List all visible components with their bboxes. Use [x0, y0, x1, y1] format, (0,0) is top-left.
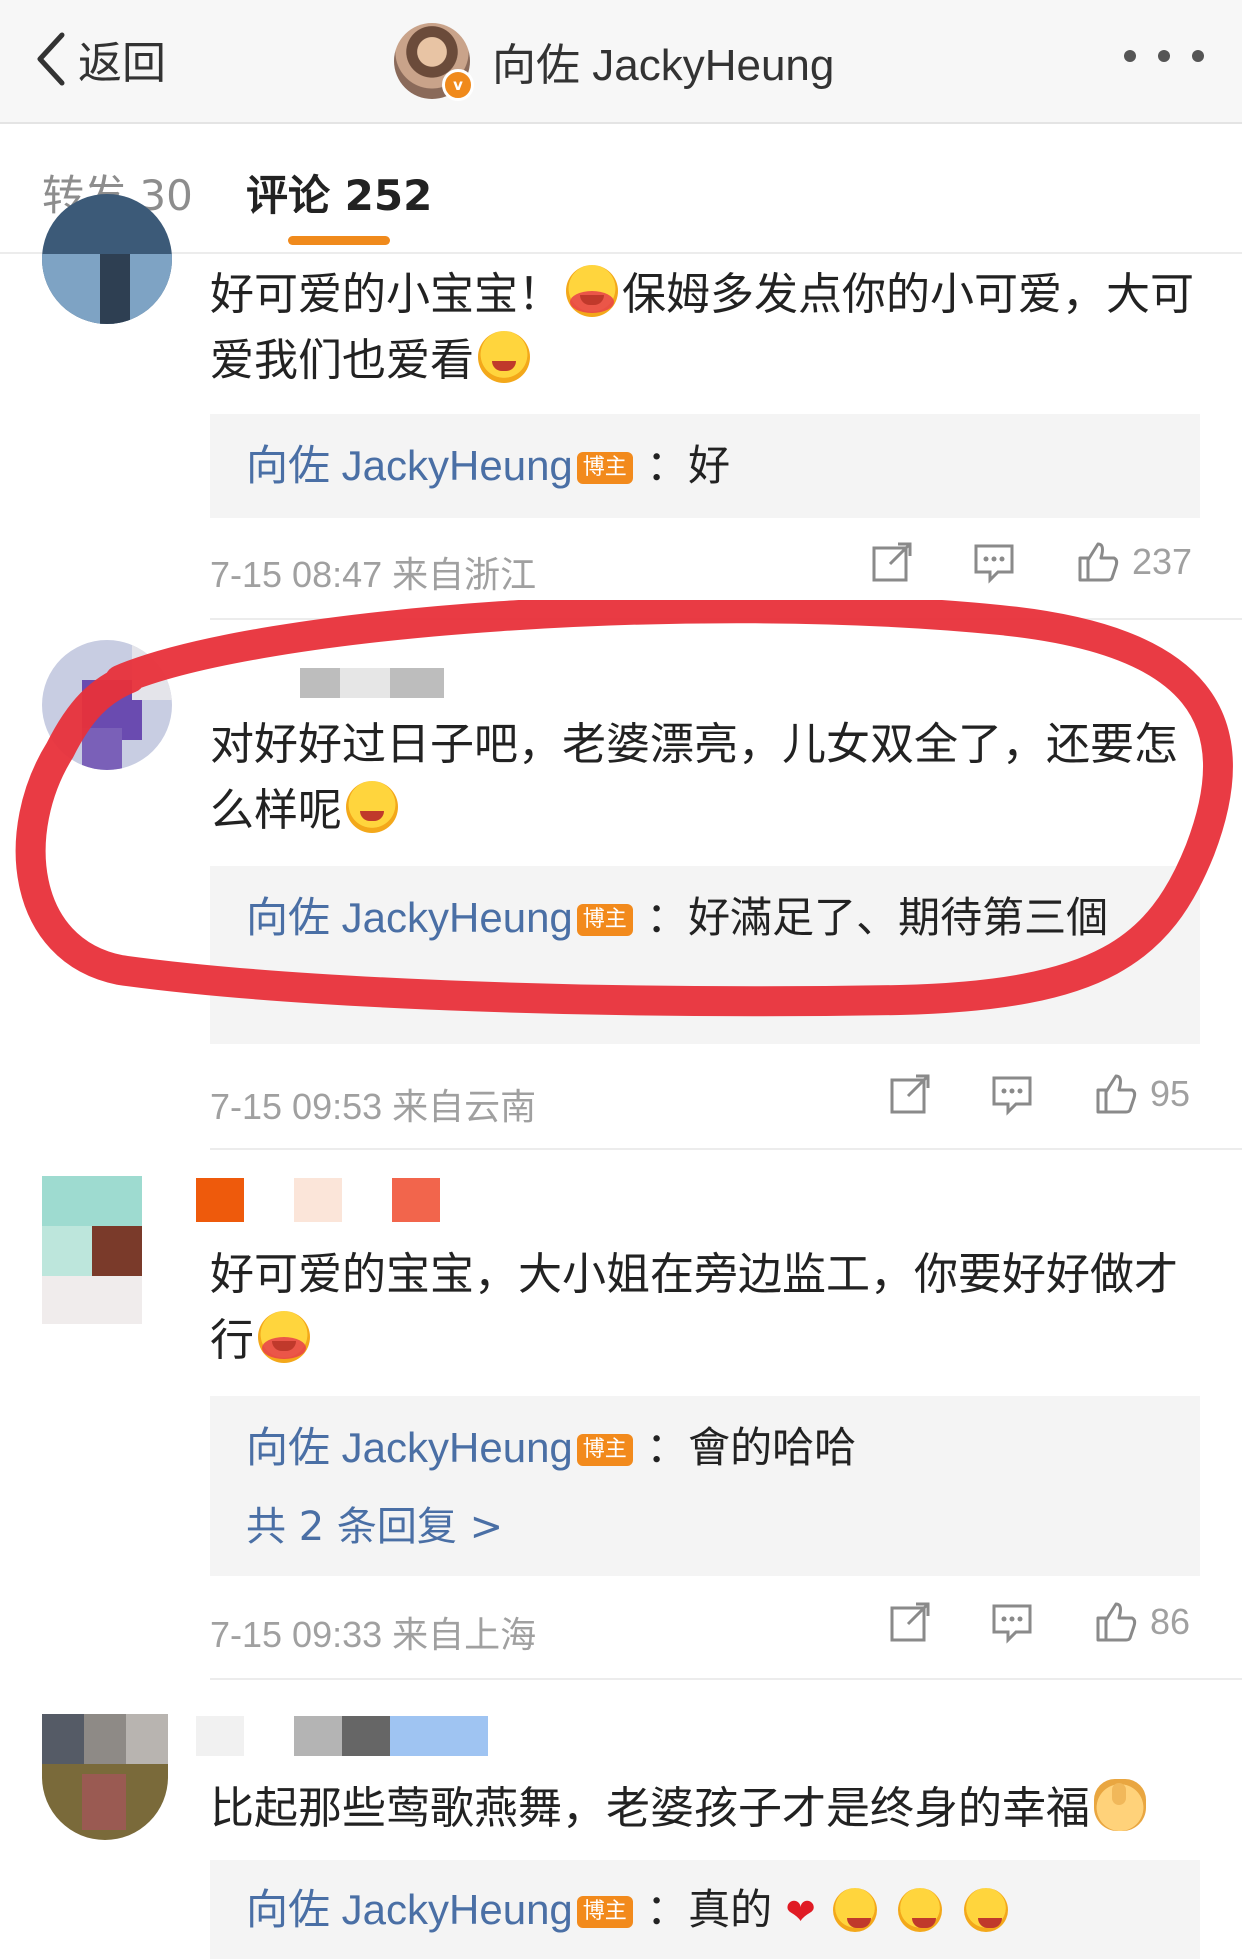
active-tab-indicator	[288, 236, 390, 245]
comment-item: 比起那些莺歌燕舞，老婆孩子才是终身的幸福 向佐 JackyHeung 博主 ：真的…	[0, 1680, 1242, 1959]
tab-comments[interactable]: 评论 252	[246, 162, 432, 223]
reply-text: ：真的	[646, 1885, 773, 1934]
clapping-hands-icon	[963, 1888, 1008, 1932]
avatar[interactable]: v	[394, 23, 474, 101]
reply-line: 向佐 JackyHeung 博主 ：好	[246, 436, 730, 496]
comment-text: 好可爱的小宝宝！ 保姆多发点你的小可爱，大可爱我们也爱看	[210, 262, 1200, 394]
comment-meta: 7-15 09:33 来自上海	[210, 1606, 536, 1658]
comment-location: 来自上海	[392, 1614, 537, 1655]
like-icon[interactable]	[1094, 1600, 1138, 1644]
like-count: 95	[1150, 1073, 1191, 1114]
tab-bar: 转发 30 评论 252	[0, 124, 1242, 254]
page-title: 向佐 JackyHeung	[492, 41, 835, 90]
comment-actions: 95	[888, 1072, 1190, 1116]
shy-face-icon	[346, 781, 398, 833]
like-icon[interactable]	[1076, 540, 1120, 584]
comment-time: 7-15 08:47	[210, 554, 383, 595]
screaming-face-icon	[566, 265, 618, 317]
reply-line: 向佐 JackyHeung 博主 ：真的 ❤	[246, 1880, 1012, 1943]
comment-meta: 7-15 08:47 来自浙江	[210, 546, 536, 598]
profile-title[interactable]: v 向佐 JackyHeung	[394, 18, 834, 104]
like-count: 237	[1132, 541, 1193, 582]
comment-item: 好可爱的小宝宝！ 保姆多发点你的小可爱，大可爱我们也爱看 向佐 JackyHeun…	[0, 194, 1242, 624]
username-redacted	[342, 1716, 390, 1756]
username-redacted	[392, 1178, 440, 1222]
like-count: 86	[1150, 1601, 1191, 1642]
like-icon[interactable]	[1094, 1072, 1138, 1116]
more-dot-icon	[1192, 50, 1204, 62]
username-redacted	[294, 1716, 342, 1756]
comment-time: 7-15 09:33	[210, 1614, 383, 1655]
more-replies-link[interactable]: 共 2 条回复 >	[246, 1494, 503, 1552]
top-navigation-bar: 返回 v 向佐 JackyHeung	[0, 0, 1242, 124]
reply-text: ：好	[646, 441, 731, 490]
back-label: 返回	[78, 38, 166, 89]
back-button[interactable]: 返回	[34, 24, 166, 94]
commenter-avatar[interactable]	[42, 1714, 168, 1840]
username-redacted	[196, 1716, 244, 1756]
commenter-avatar[interactable]	[42, 1176, 142, 1324]
comment-icon[interactable]	[990, 1072, 1034, 1116]
more-dot-icon	[1158, 50, 1170, 62]
comment-text: 对好好过日子吧，老婆漂亮，儿女双全了，还要怎么样呢	[210, 719, 1178, 836]
commenter-avatar[interactable]	[42, 640, 172, 770]
reply-author-link[interactable]: 向佐 JackyHeung	[246, 442, 573, 489]
comment-item: 好可爱的宝宝，大小姐在旁边监工，你要好好做才行 向佐 JackyHeung 博主 …	[0, 1150, 1242, 1680]
reply-box[interactable]: 向佐 JackyHeung 博主 ：真的 ❤	[210, 1860, 1200, 1959]
clapping-hands-icon	[898, 1888, 943, 1932]
username-redacted	[340, 668, 390, 698]
comment-actions: 237	[870, 540, 1192, 584]
comment-text: 比起那些莺歌燕舞，老婆孩子才是终身的幸福	[210, 1776, 1200, 1842]
thumbs-up-icon	[1094, 1779, 1146, 1831]
red-heart-icon: ❤	[785, 1892, 816, 1933]
username-redacted	[294, 1178, 342, 1222]
share-icon[interactable]	[870, 540, 914, 584]
host-badge: 博主	[576, 1896, 633, 1928]
reply-text: ：好滿足了、期待第三個	[646, 893, 1109, 942]
host-badge: 博主	[576, 452, 633, 484]
clapping-hands-icon	[833, 1888, 878, 1932]
comment-location: 来自云南	[392, 1086, 537, 1127]
comment-text: 好可爱的宝宝，大小姐在旁边监工，你要好好做才行	[210, 1249, 1178, 1366]
reply-line: 向佐 JackyHeung 博主 ：會的哈哈	[246, 1418, 856, 1478]
username-redacted	[390, 1716, 488, 1756]
reply-box[interactable]: 向佐 JackyHeung 博主 ：好	[210, 414, 1200, 518]
reply-author-link[interactable]: 向佐 JackyHeung	[246, 1886, 573, 1933]
hugging-face-icon	[478, 331, 530, 383]
more-options-button[interactable]	[1124, 36, 1204, 76]
reply-author-link[interactable]: 向佐 JackyHeung	[246, 1424, 573, 1471]
verified-badge-icon: v	[442, 69, 474, 101]
host-badge: 博主	[576, 1434, 633, 1466]
share-icon[interactable]	[888, 1600, 932, 1644]
comment-icon[interactable]	[972, 540, 1016, 584]
username-redacted	[196, 1178, 244, 1222]
host-badge: 博主	[576, 904, 633, 936]
comment-item: 对好好过日子吧，老婆漂亮，儿女双全了，还要怎么样呢 向佐 JackyHeung 博…	[0, 620, 1242, 1150]
reply-box[interactable]: 向佐 JackyHeung 博主 ：好滿足了、期待第三個	[210, 866, 1200, 1044]
comment-location: 来自浙江	[392, 554, 537, 595]
comment-icon[interactable]	[990, 1600, 1034, 1644]
commenter-avatar[interactable]	[42, 194, 172, 324]
chevron-left-icon	[37, 32, 65, 86]
comment-meta: 7-15 09:53 来自云南	[210, 1078, 536, 1130]
reply-box[interactable]: 向佐 JackyHeung 博主 ：會的哈哈 共 2 条回复 >	[210, 1396, 1200, 1576]
reply-text: ：會的哈哈	[646, 1423, 857, 1472]
reply-author-link[interactable]: 向佐 JackyHeung	[246, 894, 573, 941]
screaming-face-icon	[258, 1311, 310, 1363]
share-icon[interactable]	[888, 1072, 932, 1116]
comment-time: 7-15 09:53	[210, 1086, 383, 1127]
comment-actions: 86	[888, 1600, 1190, 1644]
more-dot-icon	[1124, 50, 1136, 62]
reply-line: 向佐 JackyHeung 博主 ：好滿足了、期待第三個	[246, 888, 1108, 948]
